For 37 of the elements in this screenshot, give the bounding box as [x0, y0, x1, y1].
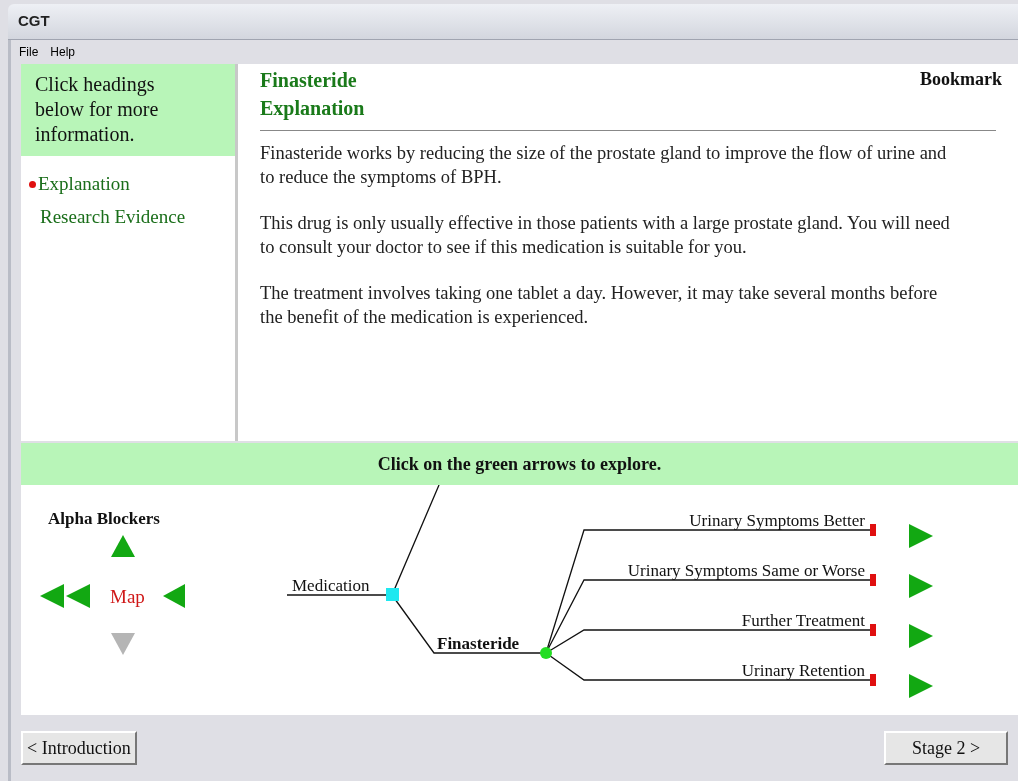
right-arrow-icon[interactable]	[909, 624, 933, 648]
content-subtitle: Explanation	[260, 96, 365, 122]
end-marker-icon	[870, 624, 876, 636]
node-label: Medication	[292, 575, 370, 597]
paragraph: The treatment involves taking one tablet a day. However, it may take several months before the benefit of the medication is experienced.	[260, 282, 939, 329]
window-title: CGT	[18, 11, 50, 32]
end-marker-icon	[870, 574, 876, 586]
sidebar-link[interactable]: Research Evidence	[40, 202, 186, 231]
next-button[interactable]: Stage 2 >	[884, 731, 1008, 765]
bookmark-link[interactable]: Bookmark	[920, 66, 1002, 122]
paragraph: This drug is only usually effective in those patients with a large prostate gland. You will need to consult your doctor to see if this medication is suitable for you.	[260, 212, 951, 259]
up-arrow-icon[interactable]	[111, 535, 135, 559]
round-node-icon	[540, 647, 552, 659]
node-label: Finasteride	[437, 633, 520, 655]
double-left-arrow-icon[interactable]	[40, 584, 90, 608]
outcome-label: Urinary Retention	[741, 660, 865, 682]
outcome-label: Urinary Symptoms Same or Worse	[627, 560, 865, 582]
menu-item[interactable]: Help	[50, 43, 76, 61]
hint-bar: Click on the green arrows to explore.	[21, 443, 1018, 485]
right-arrow-icon[interactable]	[909, 674, 933, 698]
nav-label[interactable]: Alpha Blockers	[48, 506, 160, 532]
right-arrow-icon[interactable]	[909, 574, 933, 598]
outcome-label: Further Treatment	[741, 610, 865, 632]
end-marker-icon	[870, 524, 876, 536]
menu-item[interactable]: File	[19, 43, 39, 61]
square-node-icon	[386, 588, 399, 601]
content-title: Finasteride	[260, 68, 358, 93]
paragraph: Finasteride works by reducing the size of the prostate gland to improve the flow of urine and to reduce the symptoms of BPH.	[260, 142, 948, 189]
map-label: Map	[110, 585, 145, 609]
end-marker-icon	[870, 674, 876, 686]
left-arrow-icon[interactable]	[163, 584, 187, 608]
right-arrow-icon[interactable]	[909, 524, 933, 548]
sidebar-header: Click headings below for more information.	[21, 64, 235, 156]
outcome-label: Urinary Symptoms Better	[689, 510, 865, 532]
down-arrow-icon[interactable]	[111, 633, 135, 657]
back-button[interactable]: < Introduction	[21, 731, 137, 765]
sidebar-link[interactable]: Explanation	[38, 170, 130, 199]
